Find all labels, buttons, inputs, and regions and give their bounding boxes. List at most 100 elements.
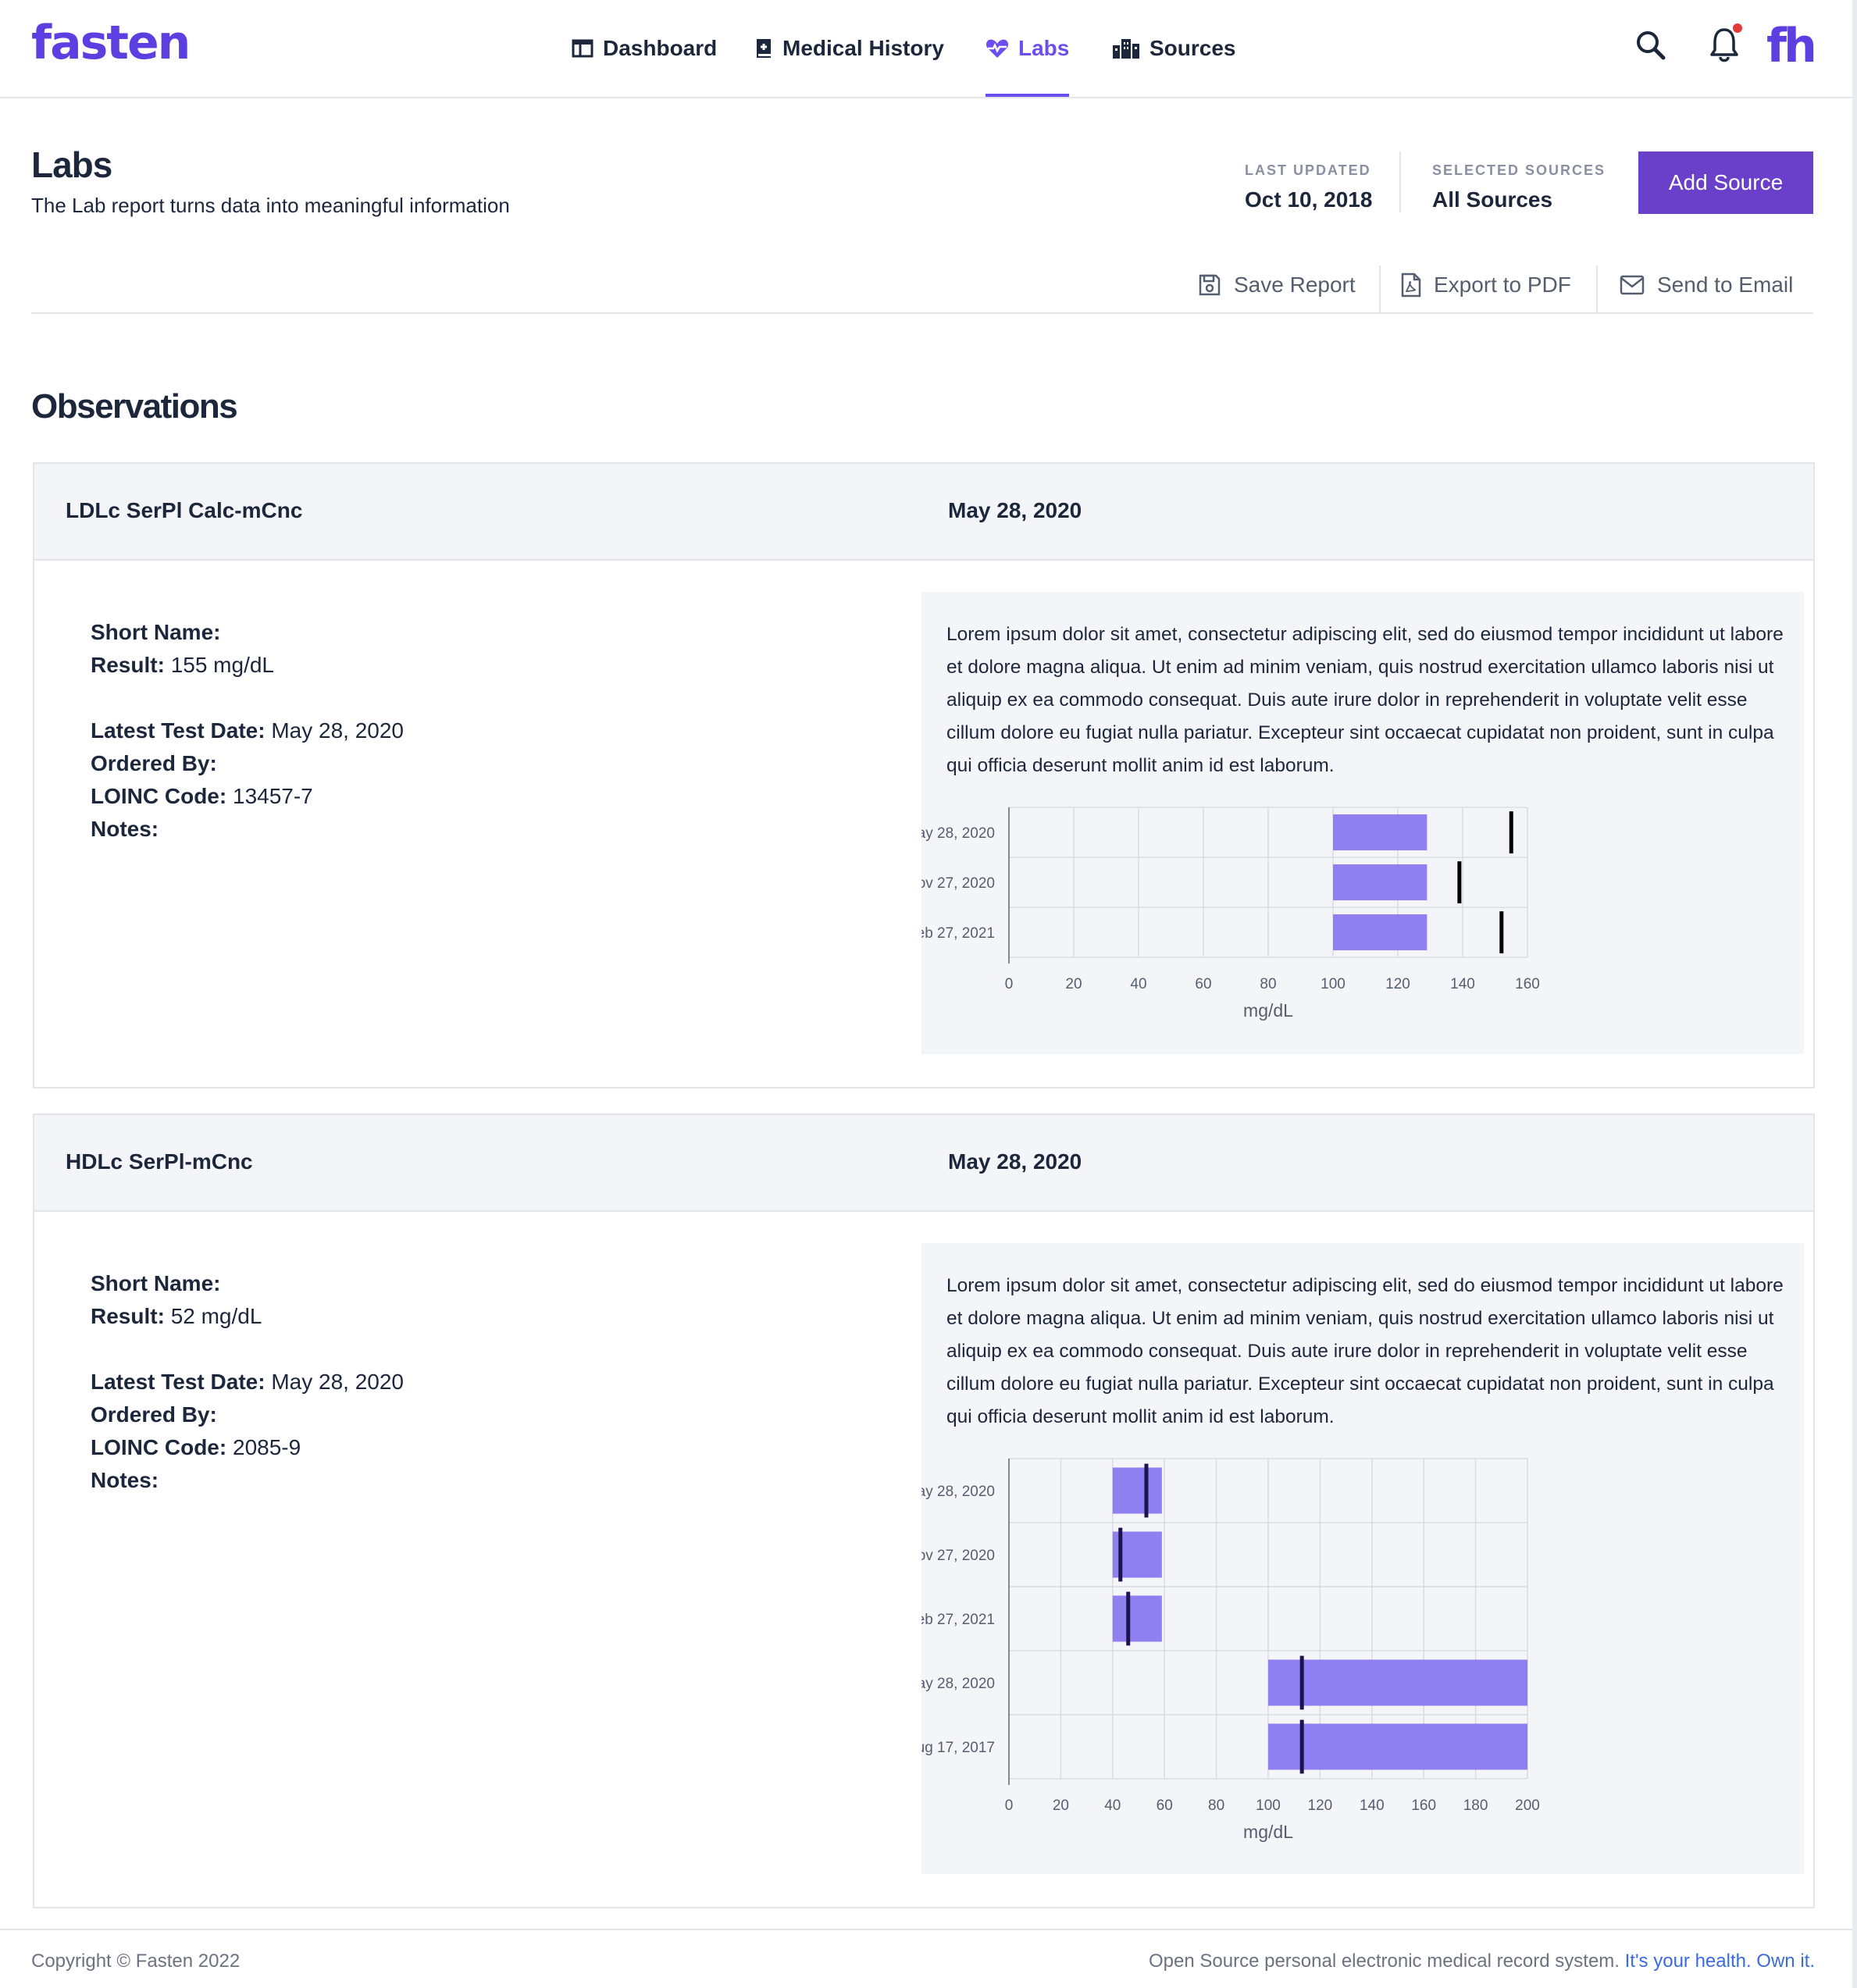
observation-card: LDLc SerPl Calc-mCnc May 28, 2020 Short … xyxy=(33,462,1815,1088)
latest-test-date-label: Latest Test Date: xyxy=(91,1370,266,1394)
pdf-file-icon xyxy=(1401,273,1421,297)
add-source-button[interactable]: Add Source xyxy=(1638,151,1813,214)
x-tick-label: 120 xyxy=(1385,976,1410,992)
result-field: Result: 155 mg/dL xyxy=(91,653,274,678)
x-tick-label: 80 xyxy=(1260,976,1276,992)
nav-dashboard[interactable]: Dashboard xyxy=(572,0,717,97)
search-icon[interactable] xyxy=(1635,30,1666,61)
x-tick-label: 0 xyxy=(1005,1797,1014,1814)
observation-description: Lorem ipsum dolor sit amet, consectetur … xyxy=(946,624,1784,776)
latest-test-date-label: Latest Test Date: xyxy=(91,718,266,743)
result-marker xyxy=(1499,911,1504,953)
reference-range-bar xyxy=(1268,1723,1527,1770)
meta-divider xyxy=(1399,151,1401,212)
send-email-label: Send to Email xyxy=(1657,273,1794,297)
ordered-by-label: Ordered By: xyxy=(91,1402,217,1427)
y-tick-label: Aug 17, 2017 xyxy=(921,1740,995,1756)
result-label: Result: xyxy=(91,653,165,677)
hdl-range-chart: 0 20 40 60 80 100 120 140 160 180 200 May 28, 2020 N… xyxy=(921,1458,1540,1842)
x-tick-label: 100 xyxy=(1321,976,1346,992)
send-email-button[interactable]: Send to Email xyxy=(1620,265,1793,305)
observation-card-header[interactable]: HDLc SerPl-mCnc May 28, 2020 xyxy=(34,1115,1813,1212)
loinc-code-field: LOINC Code: 13457-7 xyxy=(91,784,313,809)
observation-detail-panel: Lorem ipsum dolor sit amet, consectetur … xyxy=(921,592,1804,1054)
x-tick-label: 40 xyxy=(1130,976,1146,992)
short-name-field: Short Name: xyxy=(91,620,220,645)
ordered-by-field: Ordered By: xyxy=(91,751,217,776)
ordered-by-label: Ordered By: xyxy=(91,751,217,775)
short-name-field: Short Name: xyxy=(91,1271,220,1296)
latest-test-date-field: Latest Test Date: May 28, 2020 xyxy=(91,718,404,743)
result-marker xyxy=(1299,1655,1304,1710)
y-tick-label: May 28, 2020 xyxy=(921,825,995,842)
page-subtitle: The Lab report turns data into meaningfu… xyxy=(31,194,510,217)
footer-tagline-text: Open Source personal electronic medical … xyxy=(1149,1951,1620,1972)
result-label: Result: xyxy=(91,1304,165,1328)
footer-copyright: Copyright © Fasten 2022 xyxy=(31,1951,241,1972)
reference-range-bar xyxy=(1268,1659,1527,1706)
nav-sources-label: Sources xyxy=(1149,36,1236,60)
result-marker xyxy=(1126,1591,1131,1646)
notes-field: Notes: xyxy=(91,1468,159,1493)
footer-link[interactable]: It's your health. Own it. xyxy=(1625,1951,1815,1972)
nav-labs[interactable]: Labs xyxy=(986,0,1070,97)
selected-sources-label: SELECTED SOURCES xyxy=(1432,162,1606,178)
save-icon xyxy=(1199,274,1221,296)
envelope-icon xyxy=(1620,275,1645,295)
x-tick-label: 120 xyxy=(1308,1797,1333,1814)
notes-label: Notes: xyxy=(91,1468,159,1492)
observations-title: Observations xyxy=(31,387,238,426)
result-marker xyxy=(1457,861,1462,903)
reference-range-bar xyxy=(1333,814,1428,851)
user-avatar[interactable]: fh xyxy=(1766,19,1817,73)
reference-range-bar xyxy=(1112,1595,1162,1642)
export-pdf-label: Export to PDF xyxy=(1434,273,1571,297)
result-marker xyxy=(1299,1719,1304,1774)
result-marker xyxy=(1509,811,1513,853)
dashboard-icon xyxy=(572,39,593,58)
reference-range-bar xyxy=(1112,1467,1162,1514)
loinc-code-label: LOINC Code: xyxy=(91,1435,227,1459)
reference-range-bar xyxy=(1333,864,1428,901)
page-title: Labs xyxy=(31,144,112,185)
save-report-button[interactable]: Save Report xyxy=(1198,265,1356,305)
page-scrollbar-track[interactable] xyxy=(1852,0,1857,1988)
x-tick-label: 60 xyxy=(1195,976,1211,992)
nav-medical-history[interactable]: Medical History xyxy=(754,0,944,97)
observation-name: LDLc SerPl Calc-mCnc xyxy=(66,498,303,522)
observation-card-header[interactable]: LDLc SerPl Calc-mCnc May 28, 2020 xyxy=(34,464,1813,561)
x-tick-label: 20 xyxy=(1065,976,1082,992)
result-marker xyxy=(1118,1527,1123,1582)
notes-label: Notes: xyxy=(91,817,159,841)
observation-description: Lorem ipsum dolor sit amet, consectetur … xyxy=(946,1275,1784,1427)
x-axis-title: mg/dL xyxy=(1243,1000,1293,1021)
app-logo[interactable]: fasten xyxy=(31,16,191,70)
x-tick-label: 0 xyxy=(1005,976,1014,992)
footer-divider xyxy=(0,1929,1852,1930)
nav-labs-label: Labs xyxy=(1018,36,1070,60)
nav-sources[interactable]: Sources xyxy=(1112,0,1236,97)
x-tick-label: 140 xyxy=(1450,976,1475,992)
header-divider xyxy=(31,312,1813,314)
observation-name: HDLc SerPl-mCnc xyxy=(66,1149,253,1174)
book-icon xyxy=(757,39,771,58)
action-divider xyxy=(1379,265,1381,314)
x-tick-label: 180 xyxy=(1463,1797,1488,1814)
heart-pulse-icon xyxy=(986,39,1009,58)
export-pdf-button[interactable]: Export to PDF xyxy=(1401,265,1571,305)
selected-sources-value[interactable]: All Sources xyxy=(1432,187,1552,212)
observation-card: HDLc SerPl-mCnc May 28, 2020 Short Name:… xyxy=(33,1113,1815,1908)
loinc-code-label: LOINC Code: xyxy=(91,784,227,808)
reference-range-bar xyxy=(1333,914,1428,951)
loinc-code-field: LOINC Code: 2085-9 xyxy=(91,1435,301,1460)
result-marker xyxy=(1144,1463,1149,1518)
loinc-code-value: 13457-7 xyxy=(233,784,313,808)
last-updated-value: Oct 10, 2018 xyxy=(1245,187,1373,212)
last-updated-label: LAST UPDATED xyxy=(1245,162,1371,178)
notification-badge xyxy=(1733,23,1742,33)
notes-field: Notes: xyxy=(91,817,159,842)
observation-detail-panel: Lorem ipsum dolor sit amet, consectetur … xyxy=(921,1243,1804,1874)
buildings-icon xyxy=(1113,39,1139,59)
y-tick-label: Feb 27, 2021 xyxy=(921,925,995,942)
observation-date: May 28, 2020 xyxy=(948,1149,1082,1174)
